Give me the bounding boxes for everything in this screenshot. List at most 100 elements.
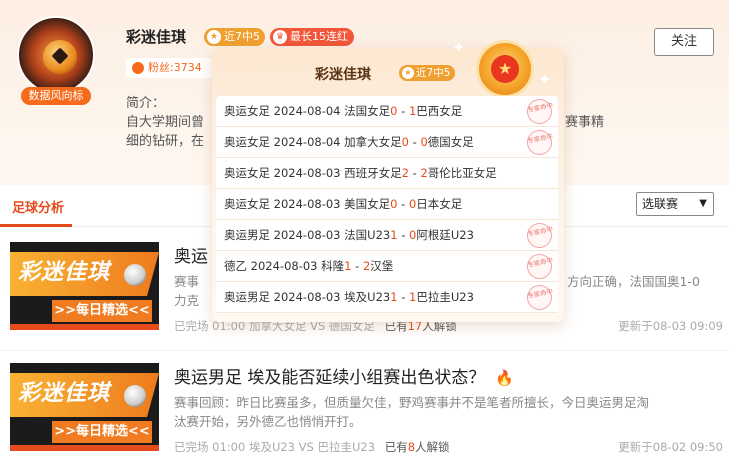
home-score: 1 xyxy=(390,228,398,242)
avatar[interactable] xyxy=(17,16,95,94)
article-title[interactable]: 奥运 xyxy=(174,242,208,267)
match-row[interactable]: 奥运男足 2024-08-03 埃及U231 - 1巴拉圭U23 专家命中 xyxy=(216,282,558,313)
match-date: 2024-08-03 xyxy=(273,228,341,242)
match-date: 2024-08-03 xyxy=(273,166,341,180)
match-row[interactable]: 奥运女足 2024-08-03 美国女足0 - 0日本女足 xyxy=(216,189,558,220)
match-league: 奥运男足 xyxy=(224,228,270,242)
match-row[interactable]: 奥运女足 2024-08-03 西班牙女足2 - 2哥伦比亚女足 xyxy=(216,158,558,189)
football-icon xyxy=(124,264,146,286)
hit-stamp-icon: 专家命中 xyxy=(524,251,555,282)
match-date: 2024-08-03 xyxy=(273,197,341,211)
home-team: 西班牙女足 xyxy=(344,166,402,180)
match-league: 奥运女足 xyxy=(224,166,270,180)
streak-text: 最长15连红 xyxy=(290,30,348,43)
home-score: 0 xyxy=(390,104,398,118)
thumb-stripe xyxy=(10,324,159,330)
league-select-value: 选联赛 xyxy=(642,197,679,211)
fans-count: 粉丝:3734 xyxy=(126,58,216,78)
match-status: 已完场 01:00 埃及U23 VS 巴拉圭U23 xyxy=(174,440,376,454)
expert-name: 彩迷佳琪 xyxy=(126,28,187,46)
record-popup: ✦ ✦ ★ 彩迷佳琪 ★ 近7中5 奥运女足 2024-08-04 法国女足0 … xyxy=(212,38,564,322)
match-date: 2024-08-03 xyxy=(250,259,318,273)
thumb-subtitle: >>每日精选<< xyxy=(52,421,152,443)
article-title[interactable]: 奥运男足 埃及能否延续小组赛出色状态？ 🔥 xyxy=(174,363,514,388)
league-select[interactable]: 选联赛 ▼ xyxy=(636,192,714,216)
star-icon: ★ xyxy=(491,55,519,83)
away-team: 日本女足 xyxy=(416,197,463,211)
article-title-text: 奥运男足 埃及能否延续小组赛出色状态？ xyxy=(174,368,486,388)
home-team: 法国U23 xyxy=(344,228,391,242)
match-row[interactable]: 奥运男足 2024-08-03 法国U231 - 0阿根廷U23 专家命中 xyxy=(216,220,558,251)
home-team: 法国女足 xyxy=(344,104,391,118)
summary-line-1-tail: 方向正确，法国国奥1-0 xyxy=(567,274,700,289)
update-time: 更新于08-02 09:50 xyxy=(618,440,723,454)
intro-label: 简介： xyxy=(126,96,166,111)
away-team: 巴西女足 xyxy=(416,104,463,118)
chevron-down-icon: ▼ xyxy=(699,198,707,209)
intro-line-1: 自大学期间曾 xyxy=(126,115,205,130)
article-thumbnail[interactable]: 彩迷佳琪 >>每日精选<< xyxy=(10,363,159,451)
football-icon xyxy=(124,385,146,407)
thumb-title: 彩迷佳琪 xyxy=(18,260,111,285)
match-date: 2024-08-04 xyxy=(273,104,341,118)
sparkle-icon: ✦ xyxy=(538,70,552,89)
match-league: 奥运女足 xyxy=(224,104,270,118)
update-time: 更新于08-03 09:09 xyxy=(618,319,723,333)
streak-badge: ♛ 最长15连红 xyxy=(270,28,354,46)
summary-line-1: 赛事 xyxy=(174,274,200,289)
avatar-tag: 数据风向标 xyxy=(21,87,91,105)
match-list: 奥运女足 2024-08-04 法国女足0 - 1巴西女足 专家命中 奥运女足 20… xyxy=(216,96,558,313)
away-team: 巴拉圭U23 xyxy=(416,290,474,304)
away-team: 哥伦比亚女足 xyxy=(427,166,497,180)
home-score: 2 xyxy=(401,166,409,180)
match-league: 德乙 xyxy=(224,259,247,273)
home-team: 加拿大女足 xyxy=(344,135,402,149)
home-team: 美国女足 xyxy=(344,197,391,211)
summary-line-2: 汰赛开始，另外德乙也悄悄开打。 xyxy=(174,414,362,429)
recent-record-badge: ★ 近7中5 xyxy=(204,28,265,46)
hit-stamp-icon: 专家命中 xyxy=(524,127,555,158)
article-meta: 已完场 01:00 埃及U23 VS 巴拉圭U23 已有8人解锁 xyxy=(174,439,450,455)
thumb-subtitle: >>每日精选<< xyxy=(52,300,152,322)
thumb-stripe xyxy=(10,445,159,451)
unlock-count: 已有8人解锁 xyxy=(384,440,450,454)
thumb-title: 彩迷佳琪 xyxy=(18,381,111,406)
hit-stamp-icon: 专家命中 xyxy=(524,220,555,251)
article-summary: 赛事回顾：昨日比赛虽多，但质量欠佳，野鸡赛事并不是笔者所擅长，今日奥运男足淘 汰… xyxy=(174,393,714,431)
popup-record-text: 近7中5 xyxy=(416,67,451,79)
medal-icon: ★ xyxy=(402,67,414,79)
trophy-medal-icon: ★ xyxy=(476,40,534,98)
article-thumbnail[interactable]: 彩迷佳琪 >>每日精选<< xyxy=(10,242,159,330)
match-row[interactable]: 奥运女足 2024-08-04 法国女足0 - 1巴西女足 专家命中 xyxy=(216,96,558,127)
match-date: 2024-08-04 xyxy=(273,135,341,149)
away-score: 0 xyxy=(420,135,428,149)
hit-stamp-icon: 专家命中 xyxy=(524,282,555,313)
home-score: 1 xyxy=(390,290,398,304)
medal-icon: ★ xyxy=(207,30,221,44)
tab-football-analysis[interactable]: 足球分析 xyxy=(12,197,64,216)
home-score: 1 xyxy=(344,259,352,273)
home-score: 0 xyxy=(401,135,409,149)
intro-line-2: 细的钻研，在 xyxy=(126,134,205,149)
away-team: 汉堡 xyxy=(370,259,394,273)
match-league: 奥运男足 xyxy=(224,290,270,304)
fire-icon: 🔥 xyxy=(495,369,515,387)
hit-stamp-icon: 专家命中 xyxy=(524,96,555,127)
intro-line-1-tail: 赛事精 xyxy=(565,115,605,130)
football-icon xyxy=(43,40,77,74)
match-row[interactable]: 德乙 2024-08-03 科隆1 - 2汉堡 专家命中 xyxy=(216,251,558,282)
home-team: 科隆 xyxy=(321,259,345,273)
popup-record-badge: ★ 近7中5 xyxy=(399,65,456,81)
recent-record-text: 近7中5 xyxy=(224,30,260,43)
summary-line-1: 赛事回顾：昨日比赛虽多，但质量欠佳，野鸡赛事并不是笔者所擅长，今日奥运男足淘 xyxy=(174,395,650,410)
match-league: 奥运女足 xyxy=(224,135,270,149)
away-score: 2 xyxy=(420,166,428,180)
match-date: 2024-08-03 xyxy=(273,290,341,304)
fans-text: 粉丝:3734 xyxy=(148,61,202,74)
article-card[interactable]: 彩迷佳琪 >>每日精选<< 奥运男足 埃及能否延续小组赛出色状态？ 🔥 赛事回顾：… xyxy=(0,350,729,460)
home-team: 埃及U23 xyxy=(344,290,391,304)
follow-button[interactable]: 关注 xyxy=(654,28,714,56)
user-icon xyxy=(132,62,144,74)
sparkle-icon: ✦ xyxy=(452,38,466,57)
match-row[interactable]: 奥运女足 2024-08-04 加拿大女足0 - 0德国女足 专家命中 xyxy=(216,127,558,158)
